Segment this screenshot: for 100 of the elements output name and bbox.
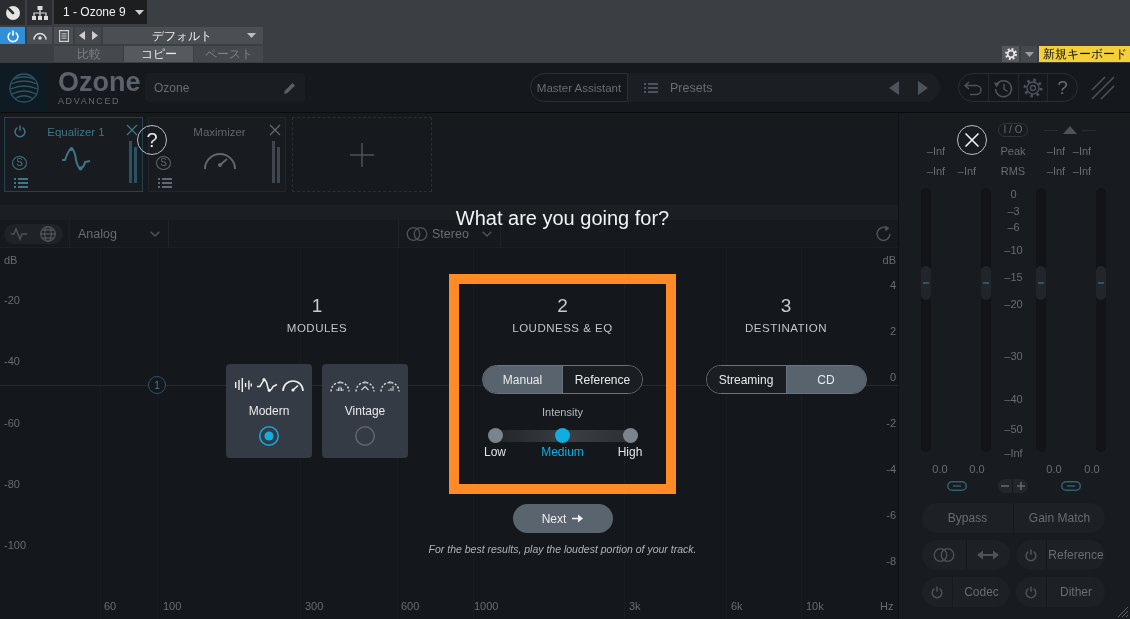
style-option-card[interactable]: Vintage bbox=[322, 364, 408, 458]
triangle-left-icon bbox=[78, 31, 85, 40]
product-edition: ADVANCED bbox=[58, 95, 121, 106]
fader-thumb[interactable] bbox=[1036, 266, 1046, 300]
frequency-label: 600 bbox=[401, 599, 420, 613]
preset-dropdown[interactable]: デフォルト bbox=[103, 27, 263, 44]
slider-stop[interactable] bbox=[555, 428, 570, 443]
step-number: 2 bbox=[557, 296, 568, 316]
meter-scale-label: –30 bbox=[1003, 350, 1024, 362]
meter-value: –Inf bbox=[925, 145, 947, 158]
plus-icon bbox=[350, 142, 374, 167]
preset-file-button[interactable] bbox=[54, 27, 73, 44]
decrease-button[interactable] bbox=[998, 479, 1013, 493]
hint-text: For the best results, play the loudest portion of your track. bbox=[428, 542, 697, 556]
radio-button[interactable] bbox=[355, 426, 375, 446]
fader-track[interactable] bbox=[1096, 188, 1106, 452]
overlapping-circles-icon bbox=[406, 226, 428, 241]
panel-button[interactable]: Codec bbox=[952, 577, 1010, 607]
fader-thumb[interactable] bbox=[921, 266, 931, 300]
product-name: Ozone bbox=[58, 69, 141, 95]
meter-value: –Inf bbox=[1045, 165, 1067, 178]
radio-button[interactable] bbox=[259, 426, 279, 446]
meter-scale-label: –6 bbox=[1006, 221, 1021, 233]
gain-value: 0.0 bbox=[1045, 463, 1063, 475]
routing-button[interactable] bbox=[27, 0, 52, 25]
power-icon bbox=[6, 29, 19, 42]
segment-button[interactable]: CD bbox=[785, 366, 866, 393]
dome-gauge-icon bbox=[355, 380, 375, 392]
settings-icon bbox=[1004, 48, 1017, 60]
diagonal-lines-icon bbox=[1091, 75, 1115, 100]
curve-icon bbox=[256, 378, 277, 392]
meter-scale-label: –20 bbox=[1003, 298, 1024, 310]
monitor-button[interactable] bbox=[27, 27, 52, 44]
next-button[interactable]: Next bbox=[512, 504, 613, 533]
caret-down-icon bbox=[1024, 51, 1034, 57]
help-button[interactable]: ? bbox=[1047, 74, 1077, 101]
panel-button[interactable]: Dither bbox=[1046, 577, 1105, 607]
keyboard-button[interactable]: 新規キーボード bbox=[1039, 46, 1130, 62]
gain-value: 0.0 bbox=[1083, 463, 1101, 475]
meter-scale-label: –40 bbox=[1003, 393, 1024, 405]
panel-button[interactable]: Reference bbox=[1046, 540, 1105, 570]
dial-button[interactable] bbox=[0, 0, 25, 25]
close-icon bbox=[270, 125, 280, 135]
plugin-tab[interactable]: 1 - Ozone 9 bbox=[54, 0, 147, 24]
db-scale-label: -8 bbox=[886, 554, 896, 568]
arc-icon bbox=[32, 31, 47, 40]
frequency-label: 300 bbox=[305, 599, 324, 613]
slider-stop[interactable] bbox=[622, 428, 638, 443]
power-icon bbox=[1025, 549, 1037, 561]
eq-node[interactable]: 1 bbox=[148, 376, 166, 394]
intensity-slider-track[interactable] bbox=[487, 428, 638, 443]
db-scale-label: 4 bbox=[889, 278, 896, 292]
fader-track[interactable] bbox=[1036, 188, 1046, 452]
db-scale-label: -2 bbox=[886, 416, 896, 430]
settings-button[interactable] bbox=[1002, 46, 1019, 62]
db-scale-label: -20 bbox=[4, 293, 20, 307]
triangle-right-icon bbox=[918, 80, 928, 95]
db-scale-label: 0 bbox=[889, 370, 896, 384]
wave-icon bbox=[10, 227, 27, 240]
link-icon bbox=[947, 481, 967, 491]
waveform-icon bbox=[234, 378, 252, 392]
pencil-icon bbox=[284, 81, 296, 94]
intensity-label: Intensity bbox=[542, 405, 583, 419]
meter-value: –Inf bbox=[925, 165, 947, 178]
db-scale-label: -40 bbox=[4, 354, 20, 368]
dropdown-button[interactable] bbox=[1021, 46, 1037, 62]
mode-dropdown[interactable]: Analog bbox=[70, 220, 168, 247]
db-scale-label: -4 bbox=[886, 462, 896, 476]
fader-track[interactable] bbox=[981, 188, 991, 452]
module-card[interactable]: S Equalizer 1 bbox=[4, 117, 143, 192]
add-module-slot[interactable] bbox=[292, 117, 432, 192]
panel-button[interactable]: Gain Match bbox=[1013, 503, 1105, 533]
increase-button[interactable] bbox=[1013, 479, 1028, 493]
document-icon bbox=[58, 29, 69, 42]
panel-button[interactable]: Bypass bbox=[922, 503, 1013, 533]
fader-track[interactable] bbox=[921, 188, 931, 452]
triangle-left-icon bbox=[889, 80, 899, 95]
fader-thumb[interactable] bbox=[981, 266, 991, 300]
meter-value: –Inf bbox=[956, 165, 978, 178]
action-button[interactable]: コピー bbox=[124, 46, 193, 62]
preset-name-field[interactable]: Ozone bbox=[145, 73, 305, 102]
segment-button[interactable]: Reference bbox=[562, 366, 642, 393]
hierarchy-icon bbox=[31, 5, 48, 20]
db-scale-label: dB bbox=[882, 253, 896, 267]
step-number: 1 bbox=[311, 296, 323, 316]
frequency-label: 1000 bbox=[474, 599, 499, 613]
meter-value: –Inf bbox=[1045, 145, 1067, 158]
presets-bar[interactable]: Presets bbox=[628, 73, 940, 102]
meter-scale-label: –Inf bbox=[1003, 447, 1024, 459]
power-icon bbox=[1025, 586, 1037, 598]
fader-thumb[interactable] bbox=[1096, 266, 1106, 300]
sphere-lines-icon bbox=[9, 72, 39, 103]
style-option-card[interactable]: Modern bbox=[226, 364, 312, 458]
segment-button[interactable]: Streaming bbox=[706, 366, 786, 393]
stop-label: Low bbox=[483, 445, 507, 460]
level-bars-icon bbox=[272, 141, 280, 183]
segment-button[interactable]: Manual bbox=[483, 366, 562, 393]
frequency-label: Hz bbox=[880, 599, 894, 613]
step-title: DESTINATION bbox=[745, 321, 827, 335]
view-toggle[interactable] bbox=[4, 223, 63, 244]
